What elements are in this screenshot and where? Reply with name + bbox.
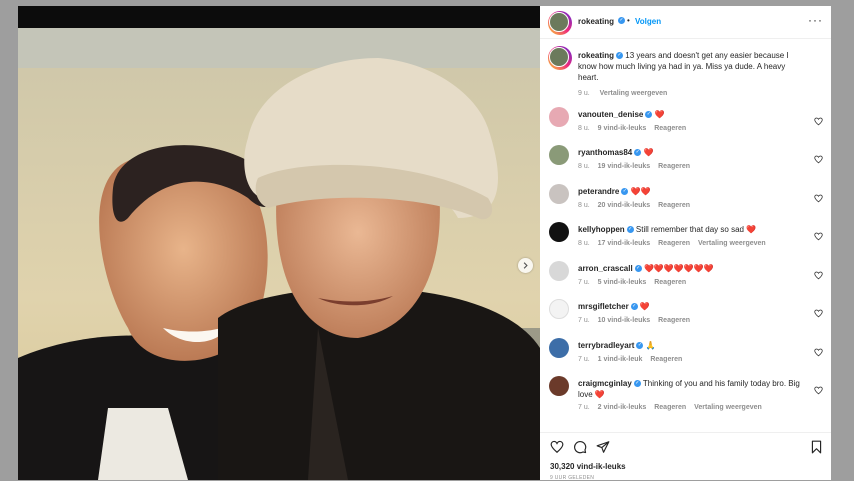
comment-text: ❤️ xyxy=(643,148,654,157)
caption-avatar[interactable] xyxy=(548,46,572,70)
comment-username[interactable]: mrsgifletcher xyxy=(578,302,629,311)
heart-icon[interactable] xyxy=(814,382,823,400)
comment-time: 8 u. xyxy=(578,240,590,247)
comment-username[interactable]: craigmcginlay xyxy=(578,379,632,388)
like-heart-icon[interactable] xyxy=(550,440,564,459)
bookmark-icon[interactable] xyxy=(810,440,823,459)
reply-button[interactable]: Reageren xyxy=(650,356,682,363)
comment-icon[interactable] xyxy=(573,440,587,459)
commenter-avatar[interactable] xyxy=(549,299,569,319)
comment-text: ❤️ xyxy=(639,302,650,311)
media-top-bar xyxy=(18,6,540,28)
post-photo[interactable] xyxy=(18,28,540,480)
posted-time: 9 UUR GELEDEN xyxy=(550,475,595,481)
comment-likes[interactable]: 5 vind-ik-leuks xyxy=(598,279,647,286)
comment-time: 7 u. xyxy=(578,279,590,286)
likes-count[interactable]: 30,320 vind-ik-leuks xyxy=(550,462,626,471)
comment-text: ❤️ xyxy=(654,110,665,119)
author-username[interactable]: rokeating xyxy=(578,17,614,26)
heart-icon[interactable] xyxy=(814,228,823,246)
commenter-avatar[interactable] xyxy=(549,145,569,165)
comment-likes[interactable]: 1 vind-ik-leuk xyxy=(598,356,643,363)
more-options-icon[interactable]: ··· xyxy=(808,13,823,27)
verified-badge-icon: ✓ xyxy=(634,149,642,157)
comment-username[interactable]: kellyhoppen xyxy=(578,225,625,234)
verified-badge-icon: ✓ xyxy=(618,17,625,24)
comment-time: 8 u. xyxy=(578,163,590,170)
post-header: rokeating ✓ • Volgen ··· xyxy=(540,6,831,39)
comment-time: 7 u. xyxy=(578,404,590,411)
post-photo-image xyxy=(18,28,540,480)
comment-likes[interactable]: 17 vind-ik-leuks xyxy=(598,240,651,247)
post-actions: 30,320 vind-ik-leuks 9 UUR GELEDEN xyxy=(540,432,831,481)
comment-time: 7 u. xyxy=(578,317,590,324)
reply-button[interactable]: Reageren xyxy=(658,163,690,170)
reply-button[interactable]: Reageren xyxy=(654,404,686,411)
commenter-avatar[interactable] xyxy=(549,107,569,127)
verified-badge-icon: ✓ xyxy=(636,342,644,350)
comment-likes[interactable]: 10 vind-ik-leuks xyxy=(598,317,651,324)
comment-username[interactable]: peterandre xyxy=(578,187,619,196)
commenter-avatar[interactable] xyxy=(549,261,569,281)
caption-translate-link[interactable]: Vertaling weergeven xyxy=(600,90,668,97)
comment-username[interactable]: terrybradleyart xyxy=(578,341,634,350)
commenter-avatar[interactable] xyxy=(549,338,569,358)
comment-username[interactable]: ryanthomas84 xyxy=(578,148,632,157)
caption-time: 9 u. xyxy=(578,90,590,97)
verified-badge-icon: ✓ xyxy=(621,188,629,196)
chevron-right-icon xyxy=(523,262,528,269)
reply-button[interactable]: Reageren xyxy=(658,240,690,247)
verified-badge-icon: ✓ xyxy=(616,52,624,60)
commenter-avatar[interactable] xyxy=(549,184,569,204)
comment-text: 🙏 xyxy=(645,341,656,350)
comment-username[interactable]: arron_crascall xyxy=(578,264,633,273)
dot-separator: • xyxy=(627,16,630,25)
reply-button[interactable]: Reageren xyxy=(658,202,690,209)
heart-icon[interactable] xyxy=(814,190,823,208)
comment-text: ❤️❤️ xyxy=(630,187,651,196)
verified-badge-icon: ✓ xyxy=(626,226,634,234)
verified-badge-icon: ✓ xyxy=(633,380,641,388)
reply-button[interactable]: Reageren xyxy=(654,125,686,132)
commenter-avatar[interactable] xyxy=(549,222,569,242)
heart-icon[interactable] xyxy=(814,305,823,323)
comment-likes[interactable]: 2 vind-ik-leuks xyxy=(598,404,647,411)
reply-button[interactable]: Reageren xyxy=(658,317,690,324)
share-icon[interactable] xyxy=(596,440,610,459)
comment-text: ❤️❤️❤️❤️❤️❤️❤️ xyxy=(643,264,714,273)
comment-likes[interactable]: 19 vind-ik-leuks xyxy=(598,163,651,170)
verified-badge-icon: ✓ xyxy=(634,265,642,273)
comment-text: Still remember that day so sad ❤️ xyxy=(635,225,757,234)
verified-badge-icon: ✓ xyxy=(645,111,653,119)
heart-icon[interactable] xyxy=(814,151,823,169)
author-avatar[interactable] xyxy=(548,11,572,35)
comment-translate-link[interactable]: Vertaling weergeven xyxy=(698,240,766,247)
heart-icon[interactable] xyxy=(814,267,823,285)
commenter-avatar[interactable] xyxy=(549,376,569,396)
comment-translate-link[interactable]: Vertaling weergeven xyxy=(694,404,762,411)
verified-badge-icon: ✓ xyxy=(630,303,638,311)
heart-icon[interactable] xyxy=(814,344,823,362)
comment-time: 8 u. xyxy=(578,125,590,132)
next-photo-button[interactable] xyxy=(518,258,533,273)
caption-username[interactable]: rokeating xyxy=(578,51,614,60)
follow-button[interactable]: Volgen xyxy=(635,17,661,26)
heart-icon[interactable] xyxy=(814,113,823,131)
comment-likes[interactable]: 9 vind-ik-leuks xyxy=(598,125,647,132)
reply-button[interactable]: Reageren xyxy=(654,279,686,286)
comment-username[interactable]: vanouten_denise xyxy=(578,110,643,119)
comment-likes[interactable]: 20 vind-ik-leuks xyxy=(598,202,651,209)
comment-time: 7 u. xyxy=(578,356,590,363)
comment-time: 8 u. xyxy=(578,202,590,209)
post-sidebar: rokeating ✓ • Volgen ··· rokeating ✓ 13 y… xyxy=(540,6,831,481)
